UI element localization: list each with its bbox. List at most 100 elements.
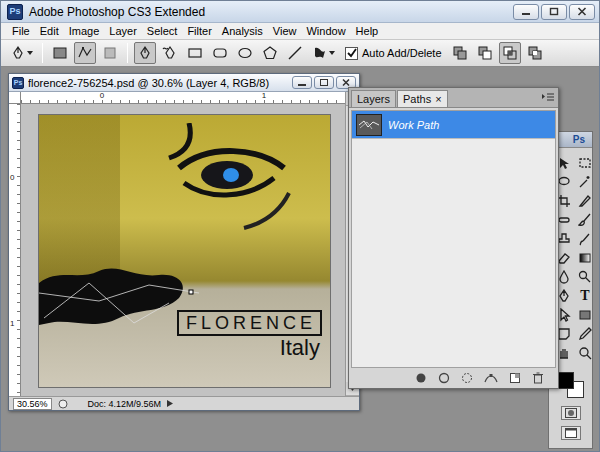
- menu-item[interactable]: Edit: [35, 23, 64, 39]
- panel-tab[interactable]: Paths×: [397, 90, 448, 107]
- rounded-rectangle-button[interactable]: [209, 42, 231, 64]
- move-icon: [557, 156, 571, 170]
- custom-shape-icon: [312, 45, 328, 61]
- maximize-button[interactable]: [541, 4, 567, 20]
- options-bar: Auto Add/Delete: [1, 39, 599, 67]
- menu-item[interactable]: Window: [301, 23, 350, 39]
- tool-button[interactable]: [576, 249, 594, 267]
- intersect-path-area-button[interactable]: [499, 42, 521, 64]
- panel-tab[interactable]: Layers: [351, 90, 396, 107]
- brush-icon: [578, 213, 592, 227]
- heal-icon: [557, 213, 571, 227]
- make-work-path-icon[interactable]: [484, 372, 498, 384]
- panel-menu-icon[interactable]: [542, 93, 554, 103]
- marquee-icon: [578, 156, 592, 170]
- custom-shape-button[interactable]: [309, 42, 338, 64]
- pen-tool-button[interactable]: [134, 42, 156, 64]
- menu-item[interactable]: Layer: [104, 23, 142, 39]
- fill-path-icon[interactable]: [415, 372, 427, 384]
- polygon-button[interactable]: [259, 42, 281, 64]
- exclude-path-area-button[interactable]: [524, 42, 546, 64]
- checkbox[interactable]: [345, 47, 358, 60]
- load-selection-icon[interactable]: [461, 372, 473, 384]
- stroke-path-icon[interactable]: [438, 372, 450, 384]
- close-button[interactable]: [569, 4, 595, 20]
- tool-button[interactable]: [576, 230, 594, 248]
- ellipse-button[interactable]: [234, 42, 256, 64]
- minimize-button[interactable]: [513, 4, 539, 20]
- document-title-bar[interactable]: Ps florence2-756254.psd @ 30.6% (Layer 4,…: [9, 74, 359, 92]
- path-name: Work Path: [388, 119, 439, 131]
- menu-bar: FileEditImageLayerSelectFilterAnalysisVi…: [1, 23, 599, 39]
- shape-layers-button[interactable]: [49, 42, 71, 64]
- menu-item[interactable]: Select: [142, 23, 183, 39]
- blur-icon: [557, 270, 571, 284]
- foreground-color-swatch[interactable]: [557, 372, 574, 389]
- screen-mode-button[interactable]: [561, 426, 581, 440]
- tool-button[interactable]: [576, 306, 594, 324]
- maximize-icon: [320, 79, 328, 86]
- tool-button[interactable]: T: [576, 287, 594, 305]
- path-thumbnail: [356, 114, 382, 136]
- paths-panel: LayersPaths× Work Path: [348, 87, 559, 389]
- gradient-icon: [578, 251, 592, 265]
- tool-button[interactable]: [576, 325, 594, 343]
- line-button[interactable]: [284, 42, 306, 64]
- canvas-image[interactable]: FLORENCEItaly: [38, 114, 331, 388]
- photoshop-window: PsAdobe Photoshop CS3 ExtendedFileEditIm…: [0, 0, 600, 452]
- menu-item[interactable]: Image: [64, 23, 105, 39]
- tab-close-button[interactable]: ×: [435, 94, 441, 105]
- auto-add-delete-checkbox[interactable]: Auto Add/Delete: [345, 47, 442, 60]
- eyedropper-icon: [578, 327, 592, 341]
- new-path-icon[interactable]: [509, 372, 521, 384]
- tool-button[interactable]: [576, 173, 594, 191]
- tool-button[interactable]: [576, 344, 594, 362]
- separator: [127, 43, 128, 63]
- document-body: 0101FLORENCEItaly: [9, 92, 359, 396]
- freeform-pen-icon: [162, 45, 178, 61]
- zoom-field[interactable]: 30.56%: [13, 398, 52, 410]
- document-status-bar: 30.56%Doc: 4.12M/9.56M: [9, 396, 359, 410]
- doc-minimize-button[interactable]: [292, 76, 312, 89]
- panel-tab-strip: LayersPaths×: [349, 88, 558, 108]
- document-title: florence2-756254.psd @ 30.6% (Layer 4, R…: [28, 77, 288, 89]
- menu-item[interactable]: Analysis: [217, 23, 268, 39]
- shape-layers-icon: [52, 45, 68, 61]
- graffiti-eye-icon: [149, 123, 299, 233]
- document-window: Ps florence2-756254.psd @ 30.6% (Layer 4,…: [8, 73, 360, 411]
- tool-preset-picker[interactable]: [7, 42, 36, 64]
- tool-button[interactable]: [576, 268, 594, 286]
- freeform-pen-button[interactable]: [159, 42, 181, 64]
- document-controls: [292, 76, 356, 89]
- fill-pixels-button[interactable]: [99, 42, 121, 64]
- minimize-icon: [298, 80, 306, 86]
- menu-item[interactable]: View: [268, 23, 302, 39]
- fill-pixels-icon: [102, 45, 118, 61]
- tool-button[interactable]: [576, 211, 594, 229]
- subtract-path-area-button[interactable]: [474, 42, 496, 64]
- ruler-label: 0: [10, 173, 14, 182]
- quick-mask-icon: [565, 408, 577, 418]
- menu-item[interactable]: Filter: [182, 23, 216, 39]
- status-menu-arrow-icon[interactable]: [167, 400, 173, 407]
- eraser-icon: [557, 251, 571, 265]
- add-path-area-button[interactable]: [449, 42, 471, 64]
- horizontal-ruler: 01: [21, 92, 345, 104]
- tool-button[interactable]: [576, 192, 594, 210]
- ruler-label: 1: [10, 319, 14, 328]
- doc-maximize-button[interactable]: [314, 76, 334, 89]
- history-icon: [578, 232, 592, 246]
- menu-item[interactable]: Help: [351, 23, 384, 39]
- paths-mode-button[interactable]: [74, 42, 96, 64]
- document-icon: Ps: [12, 77, 24, 89]
- trash-icon[interactable]: [532, 372, 544, 384]
- quick-mask-button[interactable]: [561, 406, 581, 420]
- rectangle-button[interactable]: [184, 42, 206, 64]
- path-row[interactable]: Work Path: [352, 111, 555, 139]
- ruler-label: 0: [100, 92, 104, 100]
- menu-item[interactable]: File: [7, 23, 35, 39]
- tool-button[interactable]: [576, 154, 594, 172]
- canvas-area: FLORENCEItaly: [21, 104, 345, 396]
- pen-icon: [557, 289, 571, 303]
- lasso-icon: [557, 175, 571, 189]
